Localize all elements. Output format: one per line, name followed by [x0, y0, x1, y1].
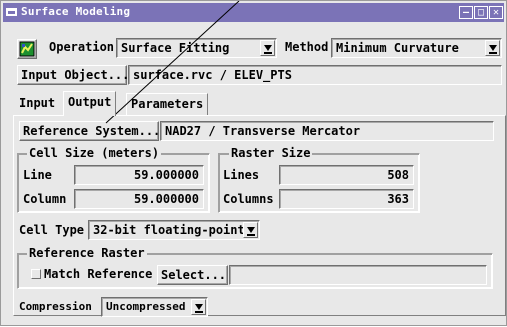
annotation-pointer-line — [105, 1, 240, 124]
surface-modeling-window: Surface Modeling – □ ✕ Operation Surface… — [0, 0, 507, 326]
tab-output[interactable]: Output — [63, 91, 117, 116]
